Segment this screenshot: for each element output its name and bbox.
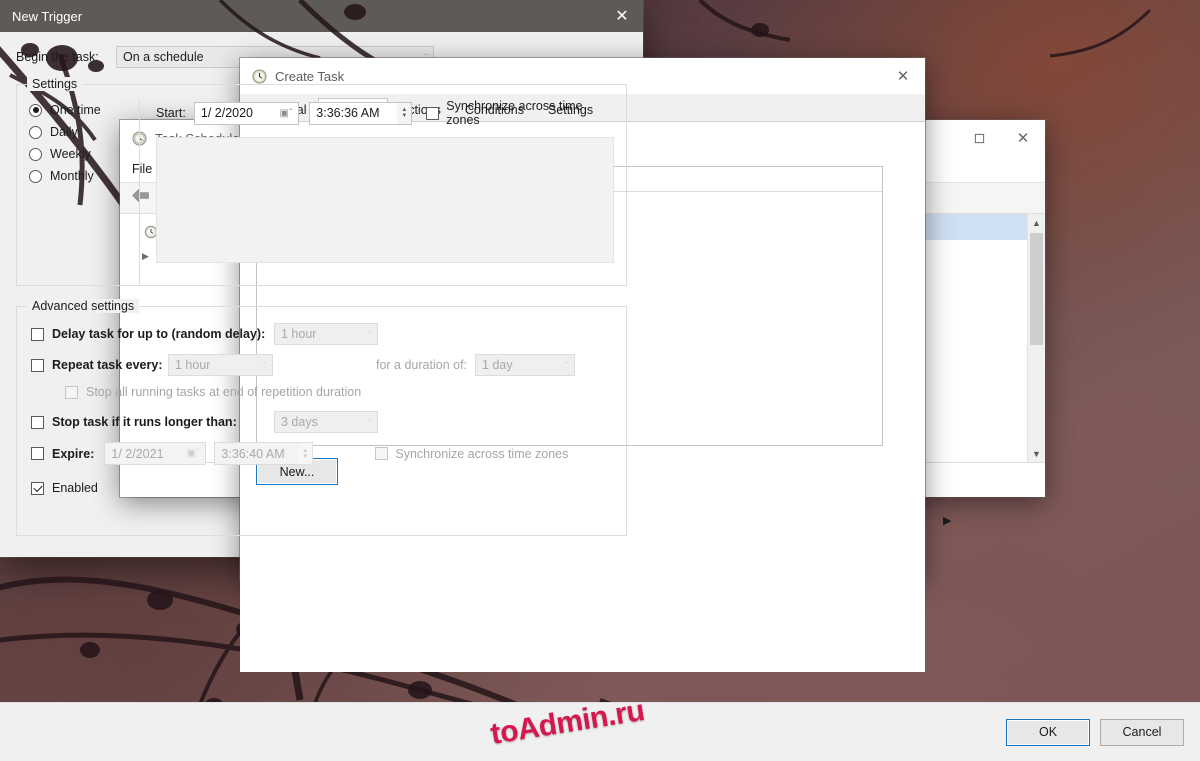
expire-time-value: 3:36:40 AM — [221, 447, 284, 461]
maximize-icon[interactable] — [957, 120, 1001, 156]
radio-indicator — [29, 104, 42, 117]
duration-select[interactable]: 1 day ˇ — [475, 354, 575, 376]
close-icon[interactable]: ✕ — [881, 58, 925, 94]
repeat-interval-select[interactable]: 1 hour ˇ — [168, 354, 273, 376]
radio-label: Weekly — [50, 147, 91, 161]
stop-all-running-checkbox[interactable] — [65, 386, 78, 399]
advanced-settings-group: Advanced settings Delay task for up to (… — [16, 306, 627, 536]
stop-task-duration-select[interactable]: 3 days ˇ — [274, 411, 378, 433]
expire-date-input[interactable]: 1/ 2/2021 ▣ˇ — [104, 442, 206, 465]
radio-indicator — [29, 148, 42, 161]
radio-label: Daily — [50, 125, 78, 139]
expire-time-input[interactable]: 3:36:40 AM — [214, 442, 298, 465]
radio-monthly[interactable]: Monthly — [29, 165, 131, 187]
start-date-input[interactable]: 1/ 2/2020 ▣ˇ — [194, 102, 299, 125]
expire-spin-buttons[interactable]: ▲ ▼ — [298, 442, 313, 465]
start-time-value: 3:36:36 AM — [316, 106, 379, 120]
actions-pane-scrollbar[interactable]: ▲ ▼ — [1027, 214, 1045, 462]
clock-icon — [252, 69, 267, 84]
advanced-settings-legend: Advanced settings — [27, 299, 139, 313]
schedule-detail-panel — [156, 137, 614, 263]
create-task-window-buttons[interactable]: ✕ — [881, 58, 925, 94]
start-row: Start: 1/ 2/2020 ▣ˇ 3:36:36 AM ▲ — [156, 99, 614, 127]
enabled-checkbox-row[interactable]: Enabled — [31, 481, 612, 495]
expire-row: Expire: 1/ 2/2021 ▣ˇ 3:36:40 AM ▲ — [31, 442, 612, 465]
chevron-down-icon: ˇ — [565, 361, 568, 370]
spin-down-icon[interactable]: ▼ — [401, 113, 407, 119]
expire-checkbox-row[interactable]: Expire: — [31, 447, 104, 461]
create-task-title: Create Task — [275, 69, 344, 84]
stop-task-longer-label: Stop task if it runs longer than: — [52, 415, 237, 429]
new-trigger-dialog[interactable]: New Trigger ✕ Begin the task: On a sched… — [0, 0, 643, 557]
expire-time-spinner[interactable]: 3:36:40 AM ▲ ▼ — [214, 442, 313, 465]
sync-time-zones-label: Synchronize across time zones — [446, 99, 614, 127]
delay-task-select[interactable]: 1 hour ˇ — [274, 323, 378, 345]
delay-task-value: 1 hour — [281, 327, 316, 341]
chevron-down-icon: ˇ — [368, 418, 371, 427]
scroll-up-icon[interactable]: ▲ — [1028, 214, 1045, 231]
repeat-task-checkbox[interactable] — [31, 359, 44, 372]
calendar-dropdown-icon[interactable]: ▣ˇ — [187, 448, 200, 459]
delay-task-row: Delay task for up to (random delay): 1 h… — [31, 323, 612, 345]
desktop-background: Task Scheduler ✕ File Action View — [0, 0, 1200, 761]
stop-task-longer-row: Stop task if it runs longer than: 3 days… — [31, 411, 612, 433]
expand-arrow-icon[interactable]: ▶ — [943, 514, 951, 527]
expire-sync-time-zones-label: Synchronize across time zones — [395, 447, 568, 461]
start-date-value: 1/ 2/2020 — [201, 106, 253, 120]
sync-time-zones-checkbox[interactable] — [426, 107, 439, 120]
enabled-checkbox[interactable] — [31, 482, 44, 495]
delay-task-checkbox[interactable] — [31, 328, 44, 341]
radio-daily[interactable]: Daily — [29, 121, 131, 143]
radio-indicator — [29, 170, 42, 183]
stop-task-longer-checkbox[interactable] — [31, 416, 44, 429]
repeat-interval-value: 1 hour — [175, 358, 210, 372]
expire-checkbox[interactable] — [31, 447, 44, 460]
start-time-input[interactable]: 3:36:36 AM — [309, 102, 397, 125]
calendar-dropdown-icon[interactable]: ▣ˇ — [280, 108, 293, 119]
spin-down-icon[interactable]: ▼ — [302, 454, 308, 460]
radio-label: One time — [50, 103, 101, 117]
sync-time-zones-checkbox-row[interactable]: Synchronize across time zones — [426, 99, 614, 127]
stop-all-running-checkbox-row[interactable]: Stop all running tasks at end of repetit… — [65, 385, 612, 399]
repeat-task-label: Repeat task every: — [52, 358, 162, 372]
enabled-label: Enabled — [52, 481, 98, 495]
stop-task-duration-value: 3 days — [281, 415, 318, 429]
chevron-down-icon: ˇ — [368, 330, 371, 339]
radio-weekly[interactable]: Weekly — [29, 143, 131, 165]
radio-label: Monthly — [50, 169, 94, 183]
cancel-button[interactable]: Cancel — [1100, 719, 1184, 746]
chevron-down-icon: ˇ — [263, 361, 266, 370]
schedule-options-list[interactable]: One time Daily Weekly Monthly — [29, 99, 140, 285]
close-icon[interactable]: ✕ — [1001, 120, 1045, 156]
time-spin-buttons[interactable]: ▲ ▼ — [397, 102, 412, 125]
stop-task-longer-checkbox-row[interactable]: Stop task if it runs longer than: — [31, 415, 274, 429]
repeat-task-row: Repeat task every: 1 hour ˇ for a durati… — [31, 354, 612, 376]
start-label: Start: — [156, 106, 186, 120]
expire-label: Expire: — [52, 447, 94, 461]
repeat-task-checkbox-row[interactable]: Repeat task every: — [31, 358, 168, 372]
delay-task-checkbox-row[interactable]: Delay task for up to (random delay): — [31, 327, 274, 341]
task-scheduler-window-buttons[interactable]: ✕ — [957, 120, 1045, 156]
expire-sync-time-zones-row[interactable]: Synchronize across time zones — [375, 447, 568, 461]
settings-group-legend: Settings — [27, 77, 82, 91]
scrollbar-thumb[interactable] — [1030, 233, 1043, 345]
delay-task-label: Delay task for up to (random delay): — [52, 327, 265, 341]
radio-one-time[interactable]: One time — [29, 99, 131, 121]
duration-value: 1 day — [482, 358, 513, 372]
radio-indicator — [29, 126, 42, 139]
expire-sync-time-zones-checkbox[interactable] — [375, 447, 388, 460]
expire-date-value: 1/ 2/2021 — [111, 447, 163, 461]
ok-button[interactable]: OK — [1006, 719, 1090, 746]
new-trigger-body: Begin the task: On a schedule ˇ Settings… — [0, 32, 643, 536]
duration-label: for a duration of: — [376, 358, 467, 372]
settings-group: Settings One time Daily — [16, 84, 627, 286]
scroll-down-icon[interactable]: ▼ — [1028, 445, 1045, 462]
start-time-spinner[interactable]: 3:36:36 AM ▲ ▼ — [309, 102, 412, 125]
stop-all-running-label: Stop all running tasks at end of repetit… — [86, 385, 361, 399]
